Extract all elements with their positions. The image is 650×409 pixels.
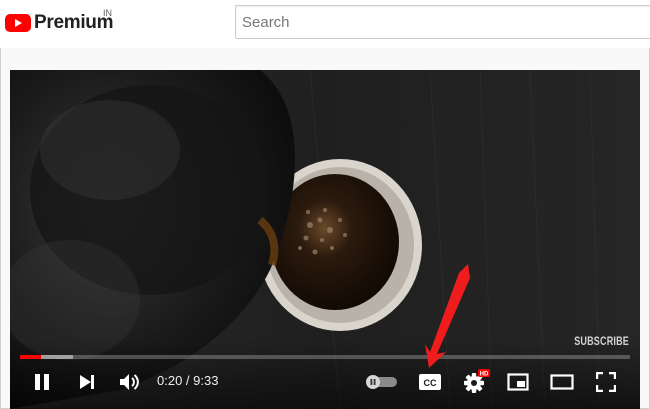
pause-button[interactable] [30,370,54,394]
logo-text: Premium [34,12,114,33]
autoplay-toggle-icon [366,375,397,389]
time-separator: / [182,373,194,388]
hd-badge: HD [480,372,489,378]
search-box[interactable] [235,5,650,39]
settings-icon: HD [464,369,490,393]
top-bar: Premium IN [0,0,650,48]
captions-icon: CC [419,374,441,390]
theater-mode-icon [550,374,574,390]
progress-played [20,355,42,359]
autoplay-toggle[interactable] [365,374,399,390]
settings-button[interactable]: HD [462,368,490,396]
theater-mode-button[interactable] [549,373,575,391]
time-total: 9:33 [193,373,219,388]
youtube-logo-icon [5,14,31,32]
video-player[interactable]: SUBSCRIBE 0:20 / 9:33 [10,70,640,409]
volume-icon [120,374,139,390]
miniplayer-button[interactable] [506,371,530,393]
progress-bar[interactable] [20,355,630,359]
youtube-premium-logo[interactable]: Premium IN [5,8,114,36]
fullscreen-button[interactable] [594,370,618,394]
time-current: 0:20 [157,373,183,388]
volume-button[interactable] [118,370,142,394]
controls-gradient [10,339,640,409]
captions-label: CC [424,378,437,388]
next-icon [80,375,94,389]
region-label: IN [103,8,112,18]
search-input[interactable] [236,6,650,38]
captions-button[interactable]: CC [417,371,443,393]
pause-icon [35,374,49,390]
time-display: 0:20 / 9:33 [157,373,218,388]
next-button[interactable] [76,371,98,393]
fullscreen-icon [596,372,616,392]
miniplayer-icon [507,373,529,391]
